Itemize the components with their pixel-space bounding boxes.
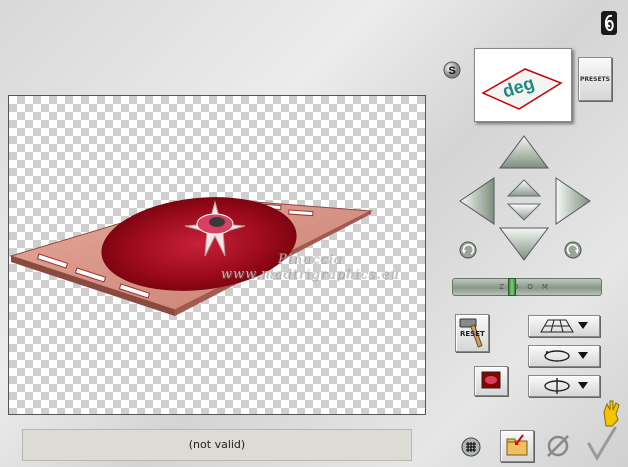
watermark: Pinuccia www.madtrigraphics.eu bbox=[190, 252, 430, 282]
rotate-horizontal-icon bbox=[544, 350, 570, 362]
rotate-left-icon[interactable] bbox=[458, 240, 478, 260]
camera-icon[interactable] bbox=[600, 10, 618, 36]
small-up-icon[interactable] bbox=[506, 178, 542, 198]
rotate-vertical-dropdown[interactable] bbox=[528, 375, 600, 397]
watermark-line1: Pinuccia bbox=[277, 252, 343, 267]
perspective-grid-icon bbox=[540, 319, 574, 333]
texture-swatch-button[interactable] bbox=[474, 366, 508, 396]
chevron-down-icon bbox=[578, 382, 588, 389]
svg-text:S: S bbox=[448, 65, 455, 77]
ok-icon[interactable] bbox=[585, 426, 619, 462]
reset-label: RESET bbox=[460, 330, 485, 338]
save-button[interactable] bbox=[500, 430, 534, 462]
perspective-dropdown[interactable] bbox=[528, 315, 600, 337]
small-down-icon[interactable] bbox=[506, 202, 542, 222]
arrow-right-icon[interactable] bbox=[554, 176, 592, 226]
folder-icon bbox=[506, 434, 528, 456]
chevron-down-icon bbox=[578, 322, 588, 329]
rotate-right-icon[interactable] bbox=[563, 240, 583, 260]
zoom-label: ZOOM bbox=[499, 283, 557, 291]
presets-label: PRESETS bbox=[580, 75, 610, 83]
arrow-down-icon[interactable] bbox=[498, 226, 550, 262]
s-badge-icon[interactable]: S bbox=[443, 61, 461, 79]
zoom-slider-thumb[interactable] bbox=[508, 278, 516, 296]
texture-swatch-icon bbox=[481, 371, 501, 389]
arrow-up-icon[interactable] bbox=[498, 134, 550, 170]
status-bar: (not valid) bbox=[22, 429, 412, 461]
rotate-horizontal-dropdown[interactable] bbox=[528, 345, 600, 367]
chevron-down-icon bbox=[578, 352, 588, 359]
rotate-vertical-icon bbox=[544, 378, 570, 394]
watermark-line2: www.madtrigraphics.eu bbox=[220, 267, 400, 282]
presets-button[interactable]: PRESETS bbox=[578, 57, 612, 101]
cancel-icon[interactable] bbox=[544, 432, 572, 460]
grid-icon[interactable] bbox=[461, 437, 481, 457]
arrow-left-icon[interactable] bbox=[458, 176, 496, 226]
hand-icon[interactable] bbox=[600, 398, 622, 428]
preset-thumbnail[interactable]: deg bbox=[474, 48, 572, 122]
